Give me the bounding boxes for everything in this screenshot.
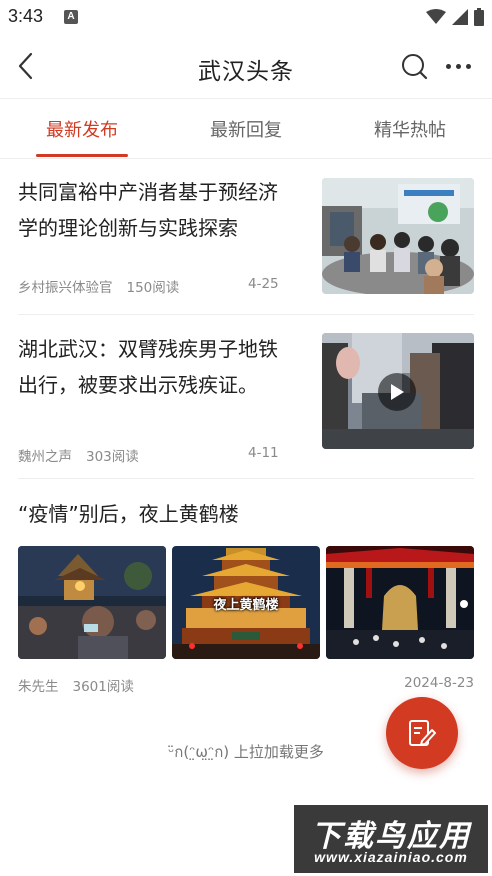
- wifi-icon: [426, 9, 446, 24]
- search-button[interactable]: [400, 52, 430, 82]
- top-header: 武汉头条: [0, 36, 492, 98]
- edit-icon: [409, 720, 436, 746]
- more-dot-icon: [465, 63, 471, 69]
- header-divider: [0, 98, 492, 99]
- article-meta: 朱先生 3601阅读: [18, 675, 148, 695]
- tab-featured[interactable]: 精华热帖: [350, 116, 470, 142]
- article-date: 4-11: [248, 445, 279, 461]
- status-bar: 3:43 A: [0, 0, 492, 34]
- article-title: 共同富裕中产消者基于预经济学的理论创新与实践探索: [18, 180, 278, 240]
- tab-latest-posts[interactable]: 最新发布: [22, 116, 142, 142]
- signal-icon: [452, 9, 468, 25]
- more-dot-icon: [445, 63, 451, 69]
- notification-icon: A: [64, 10, 78, 24]
- gallery-image[interactable]: [18, 546, 166, 659]
- row-divider: [18, 478, 474, 479]
- temple-gate-photo: [326, 546, 474, 659]
- more-dot-icon: [455, 63, 461, 69]
- meeting-photo: [322, 178, 474, 294]
- gallery-image[interactable]: [326, 546, 474, 659]
- article-author: 乡村振兴体验官: [18, 280, 113, 296]
- night-crowd-photo: [18, 546, 166, 659]
- article-reads: 3601阅读: [72, 679, 134, 695]
- article-author: 魏州之声: [18, 449, 72, 465]
- video-thumbnail[interactable]: [322, 333, 474, 449]
- play-icon: [391, 384, 404, 400]
- active-tab-indicator: [36, 154, 128, 157]
- watermark-logo: 下载鸟应用 www.xiazainiao.com: [294, 805, 488, 873]
- tab-latest-replies[interactable]: 最新回复: [186, 116, 306, 142]
- search-icon: [402, 54, 428, 80]
- article-reads: 150阅读: [126, 280, 180, 296]
- image-caption: 夜上黄鹤楼: [213, 598, 279, 613]
- status-time: 3:43: [8, 6, 44, 26]
- gallery-image[interactable]: 夜上黄鹤楼: [172, 546, 320, 659]
- battery-icon: [474, 8, 484, 26]
- article-item[interactable]: 共同富裕中产消者基于预经济学的理论创新与实践探索 乡村振兴体验官 150阅读 4-…: [0, 160, 492, 314]
- more-options-button[interactable]: [440, 54, 476, 78]
- article-date: 4-25: [248, 276, 279, 292]
- article-meta: 魏州之声 303阅读: [18, 445, 153, 465]
- article-item[interactable]: 湖北武汉：双臂残疾男子地铁出行，被要求出示残疾证。 魏州之声 303阅读 4-11: [0, 315, 492, 475]
- article-reads: 303阅读: [86, 449, 139, 465]
- article-thumbnail[interactable]: [322, 178, 474, 294]
- article-date: 2024-8-23: [404, 675, 474, 691]
- play-button[interactable]: [378, 373, 416, 411]
- status-icons: [426, 8, 484, 26]
- article-title: 湖北武汉：双臂残疾男子地铁出行，被要求出示残疾证。: [18, 337, 278, 397]
- article-meta: 乡村振兴体验官 150阅读: [18, 276, 193, 296]
- tabs-divider: [0, 158, 492, 159]
- compose-post-button[interactable]: [386, 697, 458, 769]
- article-title: “疫情”别后，夜上黄鹤楼: [18, 502, 239, 526]
- watermark-url: www.xiazainiao.com: [314, 849, 468, 865]
- article-author: 朱先生: [18, 679, 59, 695]
- tab-bar: 最新发布 最新回复 精华热帖: [0, 100, 492, 158]
